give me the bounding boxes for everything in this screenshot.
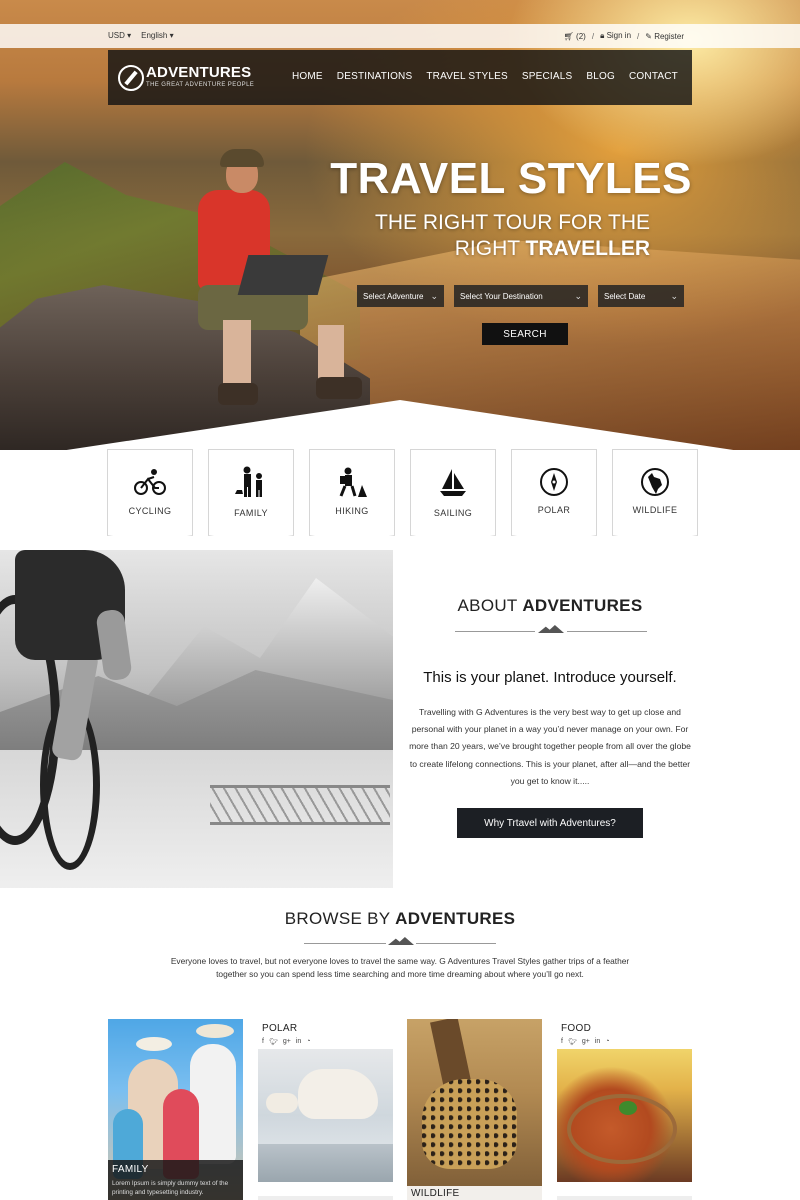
sailboat-icon bbox=[411, 466, 495, 498]
tile-sailing[interactable]: SAILING bbox=[410, 449, 496, 536]
chevron-down-icon: ⌄ bbox=[430, 290, 438, 301]
edit-icon: ✎ bbox=[645, 31, 652, 41]
tile-label: HIKING bbox=[335, 506, 369, 516]
chevron-down-icon: ⌄ bbox=[574, 290, 582, 301]
tile-family[interactable]: FAMILY bbox=[208, 449, 294, 536]
curry-dish-image bbox=[557, 1049, 692, 1182]
twitter-icon[interactable]: 🐦︎ bbox=[269, 1038, 278, 1046]
browse-title: BROWSE BY ADVENTURES bbox=[284, 909, 516, 928]
why-travel-button[interactable]: Why Trtavel with Adventures? bbox=[457, 808, 643, 838]
compass-logo-icon[interactable] bbox=[118, 65, 144, 91]
brand-tagline: THE GREAT ADVENTURE PEOPLE bbox=[146, 82, 255, 88]
nav-item-contact[interactable]: CONTACT bbox=[629, 71, 678, 82]
adventure-select[interactable]: Select Adventure ⌄ bbox=[357, 285, 444, 307]
card-family[interactable]: FAMILY Lorem Ipsum is simply dummy text … bbox=[108, 1019, 243, 1200]
tile-label: CYCLING bbox=[128, 506, 172, 516]
tile-label: POLAR bbox=[537, 505, 571, 515]
card-title[interactable]: FOOD bbox=[561, 1023, 591, 1034]
nav-item-specials[interactable]: SPECIALS bbox=[522, 71, 573, 82]
language-selector[interactable]: English ▾ bbox=[141, 31, 174, 40]
card-title[interactable]: FAMILY bbox=[112, 1164, 149, 1175]
nav-item-destinations[interactable]: DESTINATIONS bbox=[337, 71, 413, 82]
mountain-divider-icon bbox=[455, 625, 647, 635]
brand-name[interactable]: ADVENTURES bbox=[146, 64, 251, 81]
tile-label: SAILING bbox=[433, 508, 473, 518]
linkedin-icon[interactable]: in bbox=[296, 1038, 301, 1046]
main-navbar: ADVENTURES THE GREAT ADVENTURE PEOPLE HO… bbox=[108, 50, 692, 105]
card-caption: WILDLIFE bbox=[407, 1186, 542, 1200]
nav-item-blog[interactable]: BLOG bbox=[586, 71, 615, 82]
social-icons: f 🐦︎ g+ in ◔ bbox=[262, 1038, 311, 1046]
nav-item-travel-styles[interactable]: TRAVEL STYLES bbox=[426, 71, 508, 82]
google-plus-icon[interactable]: g+ bbox=[283, 1038, 291, 1046]
cart-link[interactable]: 🛒︎ (2) bbox=[564, 32, 586, 41]
mountain-divider-icon bbox=[304, 937, 496, 947]
chevron-down-icon: ⌄ bbox=[670, 290, 678, 301]
separator: / bbox=[591, 31, 595, 41]
facebook-icon[interactable]: f bbox=[262, 1038, 264, 1046]
card-polar[interactable]: POLAR f 🐦︎ g+ in ◔ bbox=[258, 1019, 393, 1200]
tile-label: WILDLIFE bbox=[632, 505, 678, 515]
card-food[interactable]: FOOD f 🐦︎ g+ in ◔ bbox=[557, 1019, 692, 1200]
polar-bear-image bbox=[258, 1049, 393, 1182]
cyclist-icon bbox=[108, 466, 192, 498]
about-cyclist-image bbox=[0, 550, 393, 888]
lock-icon: 🔒︎ bbox=[600, 31, 605, 40]
date-select[interactable]: Select Date ⌄ bbox=[598, 285, 684, 307]
rss-icon[interactable]: ◔ bbox=[605, 1038, 609, 1046]
tile-hiking[interactable]: HIKING bbox=[309, 449, 395, 536]
about-heading: This is your planet. Introduce yourself. bbox=[423, 669, 677, 686]
tile-wildlife[interactable]: WILDLIFE bbox=[612, 449, 698, 536]
search-filters: Select Adventure ⌄ Select Your Destinatio… bbox=[357, 285, 684, 307]
signin-link[interactable]: 🔒︎ Sign in bbox=[600, 31, 631, 41]
travel-style-tiles: CYCLING FAMILY HIKING SAILING POLAR WILD… bbox=[107, 449, 698, 536]
adventure-cards: FAMILY Lorem Ipsum is simply dummy text … bbox=[108, 1019, 693, 1200]
top-utility-bar: USD ▾ English ▾ 🛒︎ (2) / 🔒︎ Sign in / ✎ … bbox=[0, 24, 800, 48]
cart-icon: 🛒︎ bbox=[563, 31, 574, 41]
facebook-icon[interactable]: f bbox=[561, 1038, 563, 1046]
search-button[interactable]: SEARCH bbox=[482, 323, 568, 345]
nav-menu: HOME DESTINATIONS TRAVEL STYLES SPECIALS… bbox=[292, 71, 678, 82]
social-icons: f 🐦︎ g+ in ◔ bbox=[561, 1038, 610, 1046]
tile-cycling[interactable]: CYCLING bbox=[107, 449, 193, 536]
hiker-icon bbox=[310, 466, 394, 498]
card-title[interactable]: POLAR bbox=[262, 1023, 297, 1034]
card-caption: FAMILY Lorem Ipsum is simply dummy text … bbox=[108, 1160, 243, 1200]
compass-icon bbox=[512, 466, 596, 498]
linkedin-icon[interactable]: in bbox=[595, 1038, 600, 1046]
family-icon bbox=[209, 466, 293, 498]
about-title: ABOUT ADVENTURES bbox=[457, 596, 643, 615]
card-title[interactable]: WILDLIFE bbox=[411, 1188, 460, 1199]
hero-title: TRAVEL STYLES bbox=[330, 154, 692, 203]
nav-item-home[interactable]: HOME bbox=[292, 71, 323, 82]
card-wildlife[interactable]: WILDLIFE bbox=[407, 1019, 542, 1200]
register-link[interactable]: ✎ Register bbox=[645, 32, 684, 41]
destination-select[interactable]: Select Your Destination ⌄ bbox=[454, 285, 588, 307]
card-description: Lorem Ipsum is simply dummy text of the … bbox=[112, 1180, 229, 1196]
wolf-icon bbox=[613, 466, 697, 498]
rss-icon[interactable]: ◔ bbox=[306, 1038, 310, 1046]
tile-polar[interactable]: POLAR bbox=[511, 449, 597, 536]
twitter-icon[interactable]: 🐦︎ bbox=[568, 1038, 577, 1046]
google-plus-icon[interactable]: g+ bbox=[582, 1038, 590, 1046]
tile-label: FAMILY bbox=[234, 508, 268, 518]
hero-subtitle: THE RIGHT TOUR FOR THE RIGHT TRAVELLER bbox=[375, 211, 650, 260]
currency-selector[interactable]: USD ▾ bbox=[108, 31, 131, 40]
about-paragraph: Travelling with G Adventures is the very… bbox=[409, 707, 691, 786]
leopard-image bbox=[422, 1079, 517, 1169]
browse-paragraph: Everyone loves to travel, but not everyo… bbox=[170, 956, 630, 979]
separator: / bbox=[637, 31, 640, 41]
